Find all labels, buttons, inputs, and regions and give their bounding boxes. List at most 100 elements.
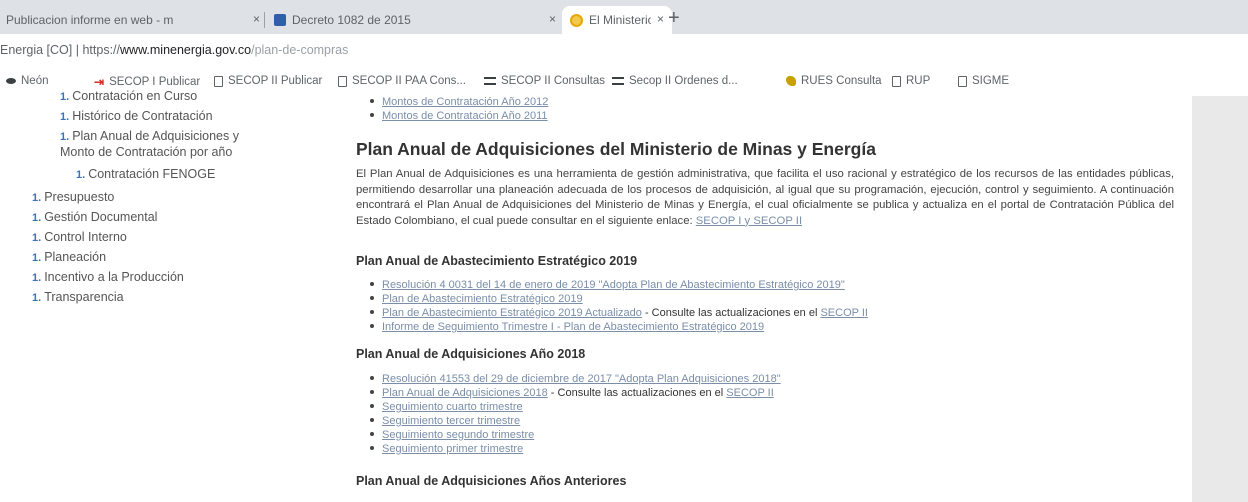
bookmark-label: Secop II Ordenes d...	[629, 75, 738, 87]
tab-title: El Ministerio - Ministerio de Min	[589, 13, 651, 27]
link-montos-2012[interactable]: Montos de Contratación Año 2012	[382, 96, 548, 108]
page-viewport: 1. Contratación en Curso 1. Histórico de C…	[0, 89, 1248, 502]
list-item: Seguimiento tercer trimestre	[370, 415, 520, 428]
list-item: Plan Anual de Adquisiciones 2018 - Consu…	[370, 387, 774, 400]
sidebar-item-planeacion[interactable]: 1. Planeación	[32, 249, 106, 266]
sidebar-item-label: Monto de Contratación por año	[60, 145, 233, 159]
list-item: Seguimiento primer trimestre	[370, 443, 523, 456]
bookmark-secop-ii-publicar[interactable]: SECOP II Publicar	[214, 75, 322, 87]
list-item: Montos de Contratación Año 2012	[370, 96, 548, 109]
bullet-icon: 1.	[32, 232, 42, 244]
sidebar-item-plan-anual[interactable]: 1. Plan Anual de Adquisiciones y	[60, 128, 239, 145]
link-resolucion-2018[interactable]: Resolución 41553 del 29 de diciembre de …	[382, 373, 781, 385]
gov-favicon-icon	[274, 14, 286, 26]
link-seguimiento-cuarto[interactable]: Seguimiento cuarto trimestre	[382, 401, 523, 413]
list-item: Seguimiento cuarto trimestre	[370, 401, 523, 414]
bookmark-rues[interactable]: RUES Consulta	[786, 75, 882, 87]
bookmark-rup[interactable]: RUP	[892, 75, 930, 87]
bookmark-neon[interactable]: Neón	[6, 75, 49, 87]
bookmark-secop-ii-paa[interactable]: SECOP II PAA Cons...	[338, 75, 466, 87]
sidebar-item-presupuesto[interactable]: 1. Presupuesto	[32, 189, 114, 206]
bullet-dot	[370, 99, 374, 104]
page-icon	[214, 75, 223, 87]
link-informe-seguimiento-2019[interactable]: Informe de Seguimiento Trimestre I - Pla…	[382, 321, 764, 333]
bullet-icon: 1.	[32, 212, 42, 224]
close-icon[interactable]: ×	[549, 12, 556, 26]
link-seguimiento-primer[interactable]: Seguimiento primer trimestre	[382, 443, 523, 455]
link-seguimiento-segundo[interactable]: Seguimiento segundo trimestre	[382, 429, 534, 441]
page-icon	[338, 75, 347, 87]
link-montos-2011[interactable]: Montos de Contratación Año 2011	[382, 110, 548, 122]
sidebar-item-label: Control Interno	[44, 230, 127, 244]
bars-icon	[612, 77, 624, 85]
sidebar-item-contratacion-en-curso[interactable]: 1. Contratación en Curso	[60, 88, 197, 105]
bars-icon	[484, 77, 496, 85]
sidebar-item-label: Transparencia	[44, 290, 124, 304]
tab-title: Decreto 1082 de 2015	[292, 13, 411, 27]
section-title-2018: Plan Anual de Adquisiciones Año 2018	[356, 347, 586, 361]
tab-publicacion[interactable]: Publicacion informe en web - m ×	[0, 6, 268, 34]
bullet-dot	[370, 446, 374, 451]
url-text[interactable]: Energia [CO] | https://www.minenergia.go…	[0, 43, 348, 57]
link-plan-abastecimiento-2019[interactable]: Plan de Abastecimiento Estratégico 2019	[382, 293, 583, 305]
bullet-dot	[370, 432, 374, 437]
close-icon[interactable]: ×	[657, 12, 664, 26]
sidebar-item-transparencia[interactable]: 1. Transparencia	[32, 289, 124, 306]
page-icon	[958, 75, 967, 87]
bullet-dot	[370, 113, 374, 118]
bookmark-label: SECOP II PAA Cons...	[352, 75, 466, 87]
sidebar-item-label: Contratación FENOGE	[88, 167, 216, 181]
bookmark-secop-ii-ordenes[interactable]: Secop II Ordenes d...	[612, 75, 738, 87]
page-icon	[892, 75, 901, 87]
tab-separator	[264, 12, 265, 28]
bullet-icon: 1.	[32, 252, 42, 264]
sidebar-item-control-interno[interactable]: 1. Control Interno	[32, 229, 127, 246]
sidebar-item-label: Incentivo a la Producción	[44, 270, 184, 284]
address-bar[interactable]: Energia [CO] | https://www.minenergia.go…	[0, 34, 1248, 68]
bookmark-sigme[interactable]: SIGME	[958, 75, 1009, 87]
secop-ii-link[interactable]: SECOP II	[726, 387, 773, 399]
bullet-dot	[370, 324, 374, 329]
bookmark-label: RUP	[906, 75, 931, 87]
sidebar-item-incentivo[interactable]: 1. Incentivo a la Producción	[32, 269, 184, 286]
link-resolucion-2019[interactable]: Resolución 4 0031 del 14 de enero de 201…	[382, 279, 845, 291]
bookmark-label: Neón	[21, 75, 49, 87]
sidebar-item-plan-anual-cont[interactable]: Monto de Contratación por año	[60, 144, 232, 160]
sidebar-item-label: Plan Anual de Adquisiciones y	[72, 129, 239, 143]
bookmark-label: SECOP II Publicar	[228, 75, 323, 87]
list-item: Informe de Seguimiento Trimestre I - Pla…	[370, 321, 764, 334]
new-tab-button[interactable]: +	[668, 8, 680, 28]
bookmark-label: SECOP I Publicar	[109, 76, 201, 88]
bookmark-secop-i-publicar[interactable]: ⇥ SECOP I Publicar	[94, 75, 200, 89]
bookmark-label: SECOP II Consultas	[501, 75, 605, 87]
bullet-dot	[370, 376, 374, 381]
link-plan-anual-2018[interactable]: Plan Anual de Adquisiciones 2018	[382, 387, 548, 399]
item-suffix: - Consulte las actualizaciones en el	[641, 307, 821, 319]
link-seguimiento-tercer[interactable]: Seguimiento tercer trimestre	[382, 415, 520, 427]
bullet-icon: 1.	[32, 272, 42, 284]
bullet-icon: 1.	[60, 91, 70, 103]
tab-ministerio-active[interactable]: El Ministerio - Ministerio de Min ×	[562, 6, 672, 34]
sidebar-item-label: Contratación en Curso	[72, 89, 198, 103]
list-item: Montos de Contratación Año 2011	[370, 110, 548, 123]
section-title-anteriores: Plan Anual de Adquisiciones Años Anterio…	[356, 474, 627, 488]
bullet-dot	[370, 418, 374, 423]
close-icon[interactable]: ×	[253, 12, 260, 26]
tab-decreto[interactable]: Decreto 1082 de 2015 ×	[268, 6, 564, 34]
url-separator: |	[75, 43, 79, 57]
bullet-icon: 1.	[32, 192, 42, 204]
bookmark-secop-ii-consultas[interactable]: SECOP II Consultas	[484, 75, 605, 87]
sidebar-item-gestion-documental[interactable]: 1. Gestión Documental	[32, 209, 157, 226]
secop-link[interactable]: SECOP I y SECOP II	[696, 215, 802, 227]
sidebar-item-label: Presupuesto	[44, 190, 115, 204]
sidebar-item-historico[interactable]: 1. Histórico de Contratación	[60, 108, 213, 125]
sidebar-item-fenoge[interactable]: 1. Contratación FENOGE	[76, 166, 215, 183]
bullet-dot	[370, 296, 374, 301]
bullet-dot	[370, 282, 374, 287]
link-plan-abastecimiento-2019-actualizado[interactable]: Plan de Abastecimiento Estratégico 2019 …	[382, 307, 642, 319]
secop-ii-link[interactable]: SECOP II	[820, 307, 867, 319]
bullet-icon: 1.	[60, 111, 70, 123]
site-label: Energia [CO]	[0, 43, 73, 57]
url-scheme: https://	[82, 43, 121, 57]
tab-strip: Publicacion informe en web - m × Decreto…	[0, 0, 1248, 34]
